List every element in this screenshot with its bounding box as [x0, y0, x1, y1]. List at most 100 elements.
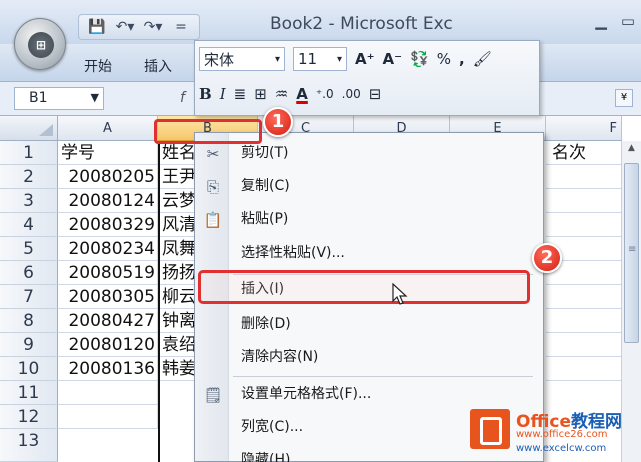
menu-item-label: 列宽(C)... [241, 419, 304, 435]
undo-icon[interactable]: ↶▾ [113, 17, 137, 37]
cell-empty[interactable] [546, 309, 622, 333]
office-button[interactable]: ⊞ [14, 18, 66, 70]
mouse-pointer-icon [392, 283, 408, 305]
office-logo-icon [470, 409, 510, 449]
cell-student-id[interactable]: 20080519 [58, 261, 158, 285]
font-size-select[interactable]: 11 ▾ [293, 47, 347, 71]
row-header[interactable]: 12 [0, 405, 58, 429]
merge-center-icon[interactable]: ⊟ [369, 85, 382, 103]
tab-insert[interactable]: 插入 [144, 56, 172, 76]
name-box[interactable]: B1 ▼ [14, 87, 104, 110]
cell-a1[interactable]: 学号 [58, 141, 158, 165]
row-header[interactable]: 7 [0, 285, 58, 309]
menu-item-label: 复制(C) [241, 178, 290, 194]
customize-icon[interactable]: = [169, 17, 193, 37]
window-title: Book2 - Microsoft Exc [270, 14, 453, 34]
highlight-insert-item [198, 270, 530, 304]
cell-empty[interactable] [546, 333, 622, 357]
decrease-decimal-icon[interactable]: .00 [342, 87, 361, 101]
save-icon[interactable]: 💾 [85, 17, 109, 37]
cell-student-id[interactable]: 20080305 [58, 285, 158, 309]
cell-student-id[interactable]: 20080136 [58, 357, 158, 381]
paste-icon: 📋 [203, 211, 223, 229]
menu-item-clear-contents[interactable]: 清除内容(N) [195, 341, 543, 374]
cell-empty[interactable] [546, 165, 622, 189]
column-header-a[interactable]: A [58, 116, 158, 141]
column-b-selection-border [158, 141, 160, 462]
menu-item-label: 选择性粘贴(V)... [241, 245, 345, 261]
grow-font-icon[interactable]: A⁺ [355, 50, 375, 68]
menu-item-label: 隐藏(H) [241, 452, 291, 462]
chevron-down-icon: ▾ [274, 53, 280, 65]
row-header[interactable]: 6 [0, 261, 58, 285]
redo-icon[interactable]: ↷▾ [141, 17, 165, 37]
menu-item-label: 粘贴(P) [241, 211, 289, 227]
menu-item-label: 剪切(T) [241, 145, 289, 161]
comma-style-icon[interactable]: , [459, 50, 465, 68]
tab-home[interactable]: 开始 [84, 56, 112, 76]
cell-empty[interactable] [58, 381, 158, 405]
row-header[interactable]: 3 [0, 189, 58, 213]
menu-item-label: 清除内容(N) [241, 349, 319, 365]
increase-decimal-icon[interactable]: ⁺.0 [316, 87, 334, 101]
shrink-font-icon[interactable]: A⁻ [383, 50, 403, 68]
menu-item-copy[interactable]: ⎘ 复制(C) [195, 170, 543, 203]
copy-icon: ⎘ [206, 178, 219, 196]
row-header[interactable]: 8 [0, 309, 58, 333]
row-header[interactable]: 4 [0, 213, 58, 237]
menu-item-paste-special[interactable]: 选择性粘贴(V)... [195, 237, 543, 270]
row-header[interactable]: 10 [0, 357, 58, 381]
row-header[interactable]: 1 [0, 141, 58, 165]
cell-empty[interactable] [546, 357, 622, 381]
cell-empty[interactable] [546, 285, 622, 309]
step-badge-2: 2 [532, 243, 562, 273]
cell-empty[interactable] [546, 189, 622, 213]
quick-access-toolbar: 💾 ↶▾ ↷▾ = [78, 14, 200, 40]
row-header[interactable]: 2 [0, 165, 58, 189]
bold-icon[interactable]: B [199, 85, 212, 103]
center-align-icon[interactable]: ≣ [234, 85, 247, 103]
cell-student-id[interactable]: 20080427 [58, 309, 158, 333]
format-painter-icon[interactable]: 🖌 [473, 50, 492, 68]
cell-student-id[interactable]: 20080205 [58, 165, 158, 189]
font-color-icon[interactable]: A [296, 85, 308, 103]
cell-empty[interactable] [546, 213, 622, 237]
select-all-corner[interactable] [0, 116, 58, 141]
font-name-select[interactable]: 宋体 ▾ [199, 47, 285, 71]
cell-f1[interactable]: 名次 [546, 141, 622, 165]
chevron-down-icon: ▾ [336, 53, 342, 65]
accounting-format-icon[interactable]: 💱 [410, 50, 429, 68]
expand-formula-icon[interactable]: ¥ [615, 89, 633, 107]
cell-student-id[interactable]: 20080120 [58, 333, 158, 357]
row-header[interactable]: 9 [0, 333, 58, 357]
minimize-icon[interactable]: ▁ [595, 12, 607, 30]
highlight-column-b-header [154, 119, 262, 144]
cell-student-id[interactable]: 20080124 [58, 189, 158, 213]
cell-student-id[interactable]: 20080234 [58, 237, 158, 261]
scroll-up-icon[interactable]: ▲ [624, 143, 639, 159]
column-header-f[interactable]: F [546, 116, 622, 141]
italic-icon[interactable]: I [220, 85, 226, 103]
watermark-site-1: www.office26.com [516, 429, 608, 440]
chevron-down-icon[interactable]: ▼ [91, 91, 99, 104]
borders-icon[interactable]: ⊞ [254, 85, 267, 103]
cell-student-id[interactable]: 20080329 [58, 213, 158, 237]
maximize-icon[interactable]: ▭ [621, 12, 635, 30]
excel-window: 💾 ↶▾ ↷▾ = Book2 - Microsoft Exc ▁ ▭ ⊞ 开始… [0, 0, 641, 462]
fill-color-icon[interactable]: ♒ [275, 85, 288, 103]
cell-empty[interactable] [58, 405, 158, 429]
percent-style-icon[interactable]: % [437, 50, 451, 68]
title-bar: 💾 ↶▾ ↷▾ = Book2 - Microsoft Exc ▁ ▭ [0, 0, 641, 44]
row-header[interactable]: 5 [0, 237, 58, 261]
cut-icon: ✂ [206, 145, 220, 163]
row-header[interactable]: 13 [0, 429, 58, 462]
row-header[interactable]: 11 [0, 381, 58, 405]
scroll-thumb[interactable] [624, 163, 639, 343]
font-name-value: 宋体 [204, 50, 235, 69]
mini-toolbar-row2: B I ≣ ⊞ ♒ A ⁺.0 .00 ⊟ [199, 85, 381, 103]
menu-item-paste[interactable]: 📋 粘贴(P) [195, 203, 543, 236]
office-logo-icon: ⊞ [28, 32, 54, 58]
menu-item-label: 设置单元格格式(F)... [241, 386, 372, 402]
fx-icon[interactable]: f [180, 90, 185, 106]
menu-item-delete[interactable]: 删除(D) [195, 308, 543, 341]
